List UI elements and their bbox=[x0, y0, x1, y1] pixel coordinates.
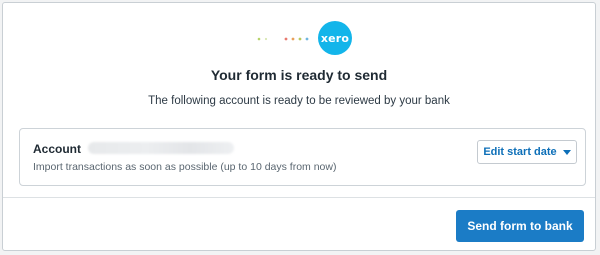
bank-feed-dialog: xero Your form is ready to send The foll… bbox=[2, 2, 596, 251]
account-name-redacted bbox=[88, 142, 234, 154]
xero-logo-icon: xero bbox=[318, 21, 352, 55]
edit-start-date-label: Edit start date bbox=[483, 146, 557, 158]
send-form-label: Send form to bank bbox=[467, 219, 573, 233]
page-subtitle: The following account is ready to be rev… bbox=[148, 95, 450, 107]
account-label: Account bbox=[33, 142, 81, 156]
footer-divider bbox=[3, 197, 595, 198]
account-description: Import transactions as soon as possible … bbox=[33, 161, 337, 173]
xero-logo-text: xero bbox=[320, 31, 350, 45]
logo-row: xero bbox=[3, 21, 595, 55]
send-form-button[interactable]: Send form to bank bbox=[456, 210, 584, 242]
edit-start-date-button[interactable]: Edit start date bbox=[477, 140, 577, 164]
chevron-down-icon bbox=[562, 149, 571, 155]
account-card: Account Import transactions as soon as p… bbox=[19, 128, 586, 186]
connection-dots-icon bbox=[257, 37, 309, 41]
page-title: Your form is ready to send bbox=[210, 67, 388, 83]
